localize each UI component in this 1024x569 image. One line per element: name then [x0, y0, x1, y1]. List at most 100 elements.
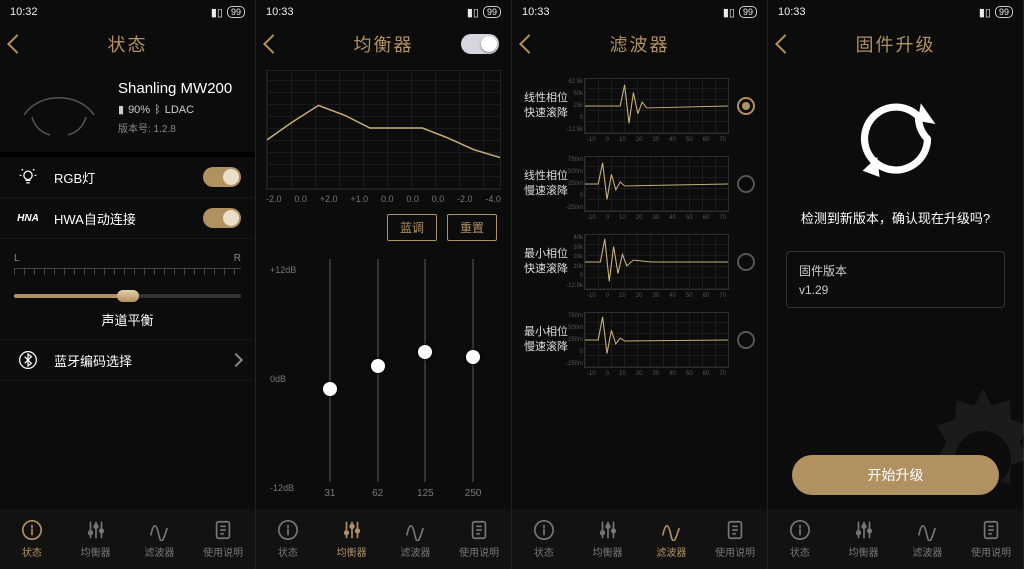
- rgb-label: RGB灯: [54, 168, 191, 187]
- device-name: Shanling MW200: [118, 80, 241, 97]
- filter-radio[interactable]: [737, 175, 755, 193]
- nav-eq[interactable]: 均衡器: [64, 509, 128, 569]
- nav-manual[interactable]: 使用说明: [447, 509, 511, 569]
- clock: 10:32: [10, 6, 38, 18]
- clock: 10:33: [266, 6, 294, 18]
- hwa-icon: HNA: [14, 213, 42, 224]
- nav-status[interactable]: 状态: [512, 509, 576, 569]
- status-bar: 10:33 ▮▯ 99: [256, 0, 511, 24]
- page-title: 均衡器: [354, 31, 414, 57]
- filter-option-0[interactable]: 线性相位快速滚降62.5k50k25k0-12.5k-1001020304050…: [518, 74, 761, 138]
- bottom-nav: 状态均衡器滤波器使用说明: [512, 509, 767, 569]
- filter-option-2[interactable]: 最小相位快速滚降40k30k20k10k0-12.5k-100102030405…: [518, 230, 761, 294]
- filter-graph: 62.5k50k25k0-12.5k-10010203040506070: [584, 78, 729, 134]
- filter-graph: 750m500m250m0-250m-10010203040506070: [584, 312, 729, 368]
- clock: 10:33: [778, 6, 806, 18]
- nav-eq[interactable]: 均衡器: [576, 509, 640, 569]
- balance-ruler: [14, 268, 241, 278]
- screen-filter: 10:33 ▮▯ 99 滤波器 线性相位快速滚降62.5k50k25k0-12.…: [512, 0, 768, 569]
- eq-slider-62[interactable]: 62: [358, 259, 398, 499]
- chevron-right-icon: [229, 353, 243, 367]
- back-icon[interactable]: [263, 34, 283, 54]
- rgb-toggle[interactable]: [203, 167, 241, 187]
- clock: 10:33: [522, 6, 550, 18]
- nav-manual[interactable]: 使用说明: [191, 509, 255, 569]
- row-codec-select[interactable]: 蓝牙编码选择: [0, 340, 255, 381]
- eq-curve-chart: [266, 70, 501, 190]
- eq-x-labels: -2.00.0+2.0+1.00.00.00.0-2.0-4.0: [256, 192, 511, 210]
- device-codec: LDAC: [165, 104, 194, 116]
- header: 滤波器: [512, 24, 767, 64]
- filter-radio[interactable]: [737, 253, 755, 271]
- sync-icon: [851, 94, 941, 184]
- eq-reset-button[interactable]: 重置: [447, 214, 497, 241]
- device-info: Shanling MW200 ▮ 90% ᛒ LDAC 版本号: 1.2.8: [0, 64, 255, 157]
- manual-icon: [212, 519, 234, 541]
- filter-option-1[interactable]: 线性相位慢速滚降750m500m250m0-250m-1001020304050…: [518, 152, 761, 216]
- filter-graph: 750m500m250m0-250m-10010203040506070: [584, 156, 729, 212]
- eq-preset-button[interactable]: 蓝调: [387, 214, 437, 241]
- nav-status[interactable]: 状态: [768, 509, 832, 569]
- manual-icon: [724, 519, 746, 541]
- filter-option-3[interactable]: 最小相位慢速滚降750m500m250m0-250m-1001020304050…: [518, 308, 761, 372]
- header: 固件升级: [768, 24, 1023, 64]
- bottom-nav: 状态均衡器滤波器使用说明: [768, 509, 1023, 569]
- eq-icon: [853, 519, 875, 541]
- back-icon[interactable]: [519, 34, 539, 54]
- start-upgrade-button[interactable]: 开始升级: [792, 455, 999, 495]
- nav-manual[interactable]: 使用说明: [959, 509, 1023, 569]
- balance-slider[interactable]: [14, 294, 241, 298]
- device-image: [14, 80, 104, 140]
- nav-filter[interactable]: 滤波器: [896, 509, 960, 569]
- hwa-toggle[interactable]: [203, 208, 241, 228]
- page-title: 滤波器: [610, 31, 670, 57]
- filter-graph: 40k30k20k10k0-12.5k-10010203040506070: [584, 234, 729, 290]
- filter-icon: [916, 519, 938, 541]
- nav-eq[interactable]: 均衡器: [320, 509, 384, 569]
- filter-radio[interactable]: [737, 97, 755, 115]
- status-bar: 10:32 ▮▯ 99: [0, 0, 255, 24]
- header: 状态: [0, 24, 255, 64]
- screen-eq: 10:33 ▮▯ 99 均衡器 -2.00.0+2.0+1.00.00.00.0…: [256, 0, 512, 569]
- back-icon[interactable]: [7, 34, 27, 54]
- nav-manual[interactable]: 使用说明: [703, 509, 767, 569]
- balance-caption: 声道平衡: [14, 310, 241, 329]
- signal-icon: ▮▯: [979, 6, 991, 19]
- back-icon[interactable]: [775, 34, 795, 54]
- filter-radio[interactable]: [737, 331, 755, 349]
- status-icon: [789, 519, 811, 541]
- nav-status[interactable]: 状态: [0, 509, 64, 569]
- firmware-box-title: 固件版本: [799, 262, 992, 279]
- firmware-prompt: 检测到新版本，确认现在升级吗?: [801, 208, 990, 227]
- nav-status[interactable]: 状态: [256, 509, 320, 569]
- battery-icon: 99: [227, 6, 245, 18]
- manual-icon: [468, 519, 490, 541]
- status-icon: [533, 519, 555, 541]
- screen-status: 10:32 ▮▯ 99 状态 Shanling MW200 ▮ 90% ᛒ LD…: [0, 0, 256, 569]
- balance-left-label: L: [14, 253, 20, 264]
- battery-small-icon: ▮: [118, 103, 124, 116]
- filter-icon: [404, 519, 426, 541]
- eq-master-toggle[interactable]: [461, 34, 499, 54]
- bluetooth-icon: ᛒ: [154, 104, 161, 116]
- eq-icon: [341, 519, 363, 541]
- eq-slider-125[interactable]: 125: [405, 259, 445, 499]
- eq-icon: [597, 519, 619, 541]
- nav-eq[interactable]: 均衡器: [832, 509, 896, 569]
- status-icon: [277, 519, 299, 541]
- signal-icon: ▮▯: [467, 6, 479, 19]
- status-icon: [21, 519, 43, 541]
- page-title: 状态: [108, 31, 148, 57]
- eq-icon: [85, 519, 107, 541]
- nav-filter[interactable]: 滤波器: [640, 509, 704, 569]
- eq-slider-250[interactable]: 250: [453, 259, 493, 499]
- hwa-label: HWA自动连接: [54, 209, 191, 228]
- eq-slider-31[interactable]: 31: [310, 259, 350, 499]
- manual-icon: [980, 519, 1002, 541]
- device-firmware: 1.2.8: [154, 124, 176, 135]
- codec-label: 蓝牙编码选择: [54, 351, 219, 370]
- nav-filter[interactable]: 滤波器: [128, 509, 192, 569]
- row-rgb: RGB灯: [0, 157, 255, 198]
- bluetooth-outline-icon: [14, 350, 42, 370]
- nav-filter[interactable]: 滤波器: [384, 509, 448, 569]
